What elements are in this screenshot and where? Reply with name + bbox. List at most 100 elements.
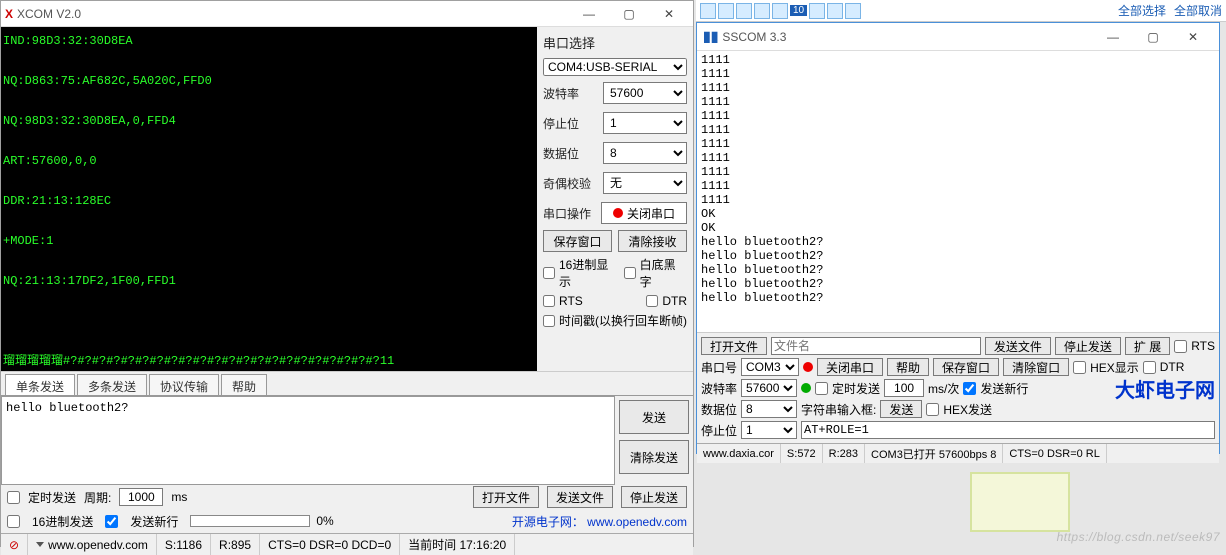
tray-icon[interactable]: [772, 3, 788, 19]
rts-checkbox[interactable]: [1174, 340, 1187, 353]
stopbits-select[interactable]: 1: [603, 112, 687, 134]
status-port: COM3已打开 57600bps 8: [865, 444, 1003, 463]
send-button[interactable]: 发送: [619, 400, 689, 434]
tab-multi-send[interactable]: 多条发送: [77, 374, 147, 395]
status-time: 当前时间 17:16:20: [400, 534, 515, 555]
xcom-side-panel: 串口选择 COM4:USB-SERIAL 波特率 57600 停止位 1 数据位…: [537, 27, 693, 371]
timestamp-checkbox[interactable]: [543, 315, 555, 327]
xcom-titlebar[interactable]: X XCOM V2.0 — ▢ ✕: [1, 1, 693, 27]
maximize-button[interactable]: ▢: [609, 3, 649, 25]
save-window-button[interactable]: 保存窗口: [933, 358, 999, 376]
maximize-button[interactable]: ▢: [1133, 26, 1173, 48]
clear-window-button[interactable]: 清除窗口: [1003, 358, 1069, 376]
port-heading: 串口选择: [543, 33, 687, 52]
timed-interval-input[interactable]: [884, 379, 924, 397]
sscom-statusbar: www.daxia.cor S:572 R:283 COM3已打开 57600b…: [697, 443, 1219, 463]
clear-receive-button[interactable]: 清除接收: [618, 230, 687, 252]
open-file-button[interactable]: 打开文件: [701, 337, 767, 355]
minimize-button[interactable]: —: [569, 3, 609, 25]
sscom-titlebar[interactable]: ▮▮ SSCOM 3.3 — ▢ ✕: [697, 23, 1219, 51]
xcom-logo-icon: X: [5, 7, 13, 21]
tray-icon[interactable]: [700, 3, 716, 19]
port-open-icon: [801, 383, 811, 393]
tray-icon[interactable]: [736, 3, 752, 19]
background-box: [970, 472, 1070, 532]
rts-checkbox[interactable]: [543, 295, 555, 307]
hex-send-checkbox[interactable]: [926, 403, 939, 416]
tray-icon[interactable]: [754, 3, 770, 19]
hex-send-checkbox[interactable]: [7, 515, 20, 528]
whitebg-checkbox[interactable]: [624, 267, 636, 279]
close-button[interactable]: ✕: [649, 3, 689, 25]
minimize-button[interactable]: —: [1093, 26, 1133, 48]
dtr-checkbox[interactable]: [1143, 361, 1156, 374]
stop-send-button[interactable]: 停止发送: [621, 486, 687, 508]
tab-help[interactable]: 帮助: [221, 374, 267, 395]
sscom-logo-icon: ▮▮: [703, 28, 718, 45]
send-textarea[interactable]: hello bluetooth2?: [1, 396, 615, 485]
close-port-button[interactable]: 关闭串口: [601, 202, 687, 224]
status-sent: S:1186: [157, 534, 211, 555]
sscom-terminal[interactable]: 1111 1111 1111 1111 1111 1111 1111 1111 …: [697, 51, 1219, 333]
status-url[interactable]: www.daxia.cor: [697, 444, 781, 463]
select-all-link[interactable]: 全部选择: [1118, 2, 1166, 19]
tray-icon[interactable]: [827, 3, 843, 19]
port-label: 串口号: [701, 359, 737, 376]
stop-send-button[interactable]: 停止发送: [1055, 337, 1121, 355]
status-url[interactable]: www.openedv.com: [28, 534, 157, 555]
period-input[interactable]: [119, 488, 163, 506]
stopbits-select[interactable]: 1: [741, 421, 797, 439]
stopbits-label: 停止位: [701, 422, 737, 439]
sscom-window: ▮▮ SSCOM 3.3 — ▢ ✕ 1111 1111 1111 1111 1…: [696, 22, 1220, 454]
tray-icon[interactable]: [718, 3, 734, 19]
status-cts: CTS=0 DSR=0 RL: [1003, 444, 1106, 463]
send-input[interactable]: [801, 421, 1215, 439]
progress: 0%: [190, 514, 499, 528]
xcom-tabs: 单条发送 多条发送 协议传输 帮助: [1, 371, 693, 395]
tab-single-send[interactable]: 单条发送: [5, 374, 75, 395]
hexview-checkbox[interactable]: [543, 267, 555, 279]
brand-label: 大虾电子网: [1115, 374, 1215, 403]
stopbits-label: 停止位: [543, 115, 597, 132]
openedv-link[interactable]: 开源电子网： www.openedv.com: [512, 513, 687, 530]
port-select[interactable]: COM3: [741, 358, 799, 376]
close-port-button[interactable]: 关闭串口: [817, 358, 883, 376]
xcom-terminal[interactable]: IND:98D3:32:30D8EA NQ:D863:75:AF682C,5A0…: [1, 27, 537, 371]
timed-send-checkbox[interactable]: [7, 491, 20, 504]
send-button[interactable]: 发送: [880, 400, 922, 418]
xcom-window: X XCOM V2.0 — ▢ ✕ IND:98D3:32:30D8EA NQ:…: [0, 0, 694, 547]
send-newline-checkbox[interactable]: [105, 515, 118, 528]
tray-icon[interactable]: [845, 3, 861, 19]
filename-input[interactable]: [771, 337, 981, 355]
tray-icon[interactable]: [809, 3, 825, 19]
string-input-label: 字符串输入框:: [801, 401, 876, 418]
baud-select[interactable]: 57600: [603, 82, 687, 104]
save-window-button[interactable]: 保存窗口: [543, 230, 612, 252]
extend-button[interactable]: 扩 展: [1125, 337, 1170, 355]
parity-label: 奇偶校验: [543, 175, 597, 192]
baud-label: 波特率: [543, 85, 597, 102]
dtr-checkbox[interactable]: [646, 295, 658, 307]
send-file-button[interactable]: 发送文件: [985, 337, 1051, 355]
port-select[interactable]: COM4:USB-SERIAL: [543, 58, 687, 76]
help-button[interactable]: 帮助: [887, 358, 929, 376]
databits-select[interactable]: 8: [603, 142, 687, 164]
close-button[interactable]: ✕: [1173, 26, 1213, 48]
baud-label: 波特率: [701, 380, 737, 397]
status-recv: R:895: [211, 534, 260, 555]
timed-send-checkbox[interactable]: [815, 382, 828, 395]
send-file-button[interactable]: 发送文件: [547, 486, 613, 508]
send-newline-checkbox[interactable]: [963, 382, 976, 395]
databits-select[interactable]: 8: [741, 400, 797, 418]
hexview-checkbox[interactable]: [1073, 361, 1086, 374]
sscom-control-panel: 打开文件 发送文件 停止发送 扩 展 RTS 串口号 COM3 关闭串口 帮助 …: [697, 333, 1219, 443]
dropdown-icon: [36, 542, 44, 547]
port-status-icon: [613, 208, 623, 218]
baud-select[interactable]: 57600: [741, 379, 797, 397]
cancel-all-link[interactable]: 全部取消: [1174, 2, 1222, 19]
parity-select[interactable]: 无: [603, 172, 687, 194]
status-cts: CTS=0 DSR=0 DCD=0: [260, 534, 400, 555]
tab-protocol[interactable]: 协议传输: [149, 374, 219, 395]
clear-send-button[interactable]: 清除发送: [619, 440, 689, 474]
open-file-button[interactable]: 打开文件: [473, 486, 539, 508]
